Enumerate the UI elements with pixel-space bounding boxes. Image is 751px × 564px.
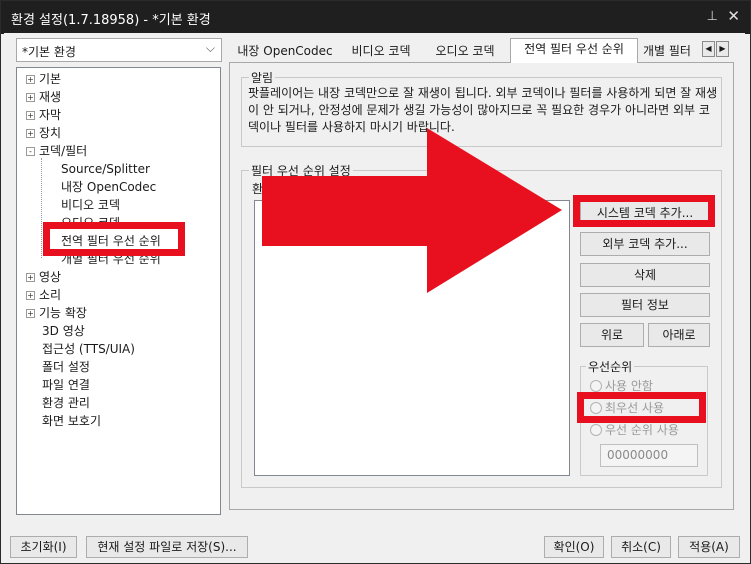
tree-item-builtin-opencodec[interactable]: 내장 OpenCodec — [61, 178, 156, 196]
tree-item-profile-management[interactable]: 환경 관리 — [42, 394, 90, 412]
radio-label: 우선 순위 사용 — [605, 423, 679, 437]
tree-item-label: 화면 보호기 — [42, 414, 102, 428]
tree-item-label: 파일 연결 — [42, 378, 90, 392]
tree-item-basic[interactable]: + 기본 — [26, 70, 61, 88]
right-arrow-icon — [262, 128, 562, 293]
tab-global-filter-priority[interactable]: 전역 필터 우선 순위 — [510, 38, 638, 63]
expand-icon[interactable]: + — [26, 75, 35, 84]
tree-item-label: 소리 — [39, 288, 62, 302]
tab-strip: 내장 OpenCodec 비디오 코덱 오디오 코덱 전역 필터 우선 순위 개… — [229, 38, 734, 63]
tree-item-label: 코덱/필터 — [39, 144, 88, 158]
priority-value-field[interactable]: 00000000 — [600, 444, 698, 467]
tree-item-video-codec[interactable]: 비디오 코덱 — [61, 196, 120, 214]
expand-icon[interactable]: + — [26, 291, 35, 300]
tree-item-device[interactable]: + 장치 — [26, 124, 61, 142]
tree-item-label: 비디오 코덱 — [61, 198, 121, 212]
tree-item-accessibility[interactable]: 접근성 (TTS/UIA) — [42, 340, 135, 358]
title-bar: 환경 설정(1.7.18958) - *기본 환경 ⊥ ✕ — [1, 1, 750, 34]
tree-item-label: 기능 확장 — [39, 306, 87, 320]
tree-item-label: 환경 관리 — [42, 396, 90, 410]
collapse-icon[interactable]: - — [26, 147, 35, 156]
highlight-box-top-priority — [577, 392, 706, 423]
window-title: 환경 설정(1.7.18958) - *기본 환경 — [11, 13, 211, 28]
priority-group-title: 우선순위 — [586, 358, 635, 375]
highlight-box-tree-item — [43, 222, 185, 256]
tree-item-label: 3D 영상 — [42, 324, 85, 338]
tree-item-label: 폴더 설정 — [42, 360, 90, 374]
close-icon[interactable]: ✕ — [727, 7, 740, 25]
radio-label: 사용 안함 — [605, 379, 653, 393]
tree-item-extensions[interactable]: + 기능 확장 — [26, 304, 87, 322]
tree-item-sound[interactable]: + 소리 — [26, 286, 61, 304]
tree-item-label: 접근성 (TTS/UIA) — [42, 342, 135, 356]
chevron-down-icon: ⌵ — [205, 41, 215, 55]
tree-item-3d-video[interactable]: 3D 영상 — [42, 322, 85, 340]
cancel-button[interactable]: 취소(C) — [611, 536, 671, 558]
move-up-button[interactable]: 위로 — [580, 323, 644, 347]
tab-scroll-right-icon[interactable]: ▶ — [716, 41, 729, 57]
tree-item-label: 영상 — [39, 270, 62, 284]
tree-item-file-association[interactable]: 파일 연결 — [42, 376, 90, 394]
expand-icon[interactable]: + — [26, 129, 35, 138]
tree-item-folder-settings[interactable]: 폴더 설정 — [42, 358, 90, 376]
radio-circle-icon — [590, 380, 602, 392]
save-to-settings-file-button[interactable]: 현재 설정 파일로 저장(S)... — [86, 536, 248, 558]
apply-button[interactable]: 적용(A) — [678, 536, 740, 558]
expand-icon[interactable]: + — [26, 111, 35, 120]
expand-icon[interactable]: + — [26, 93, 35, 102]
settings-tree[interactable]: + 기본 + 재생 + 자막 + 장치 - 코덱/필터 Source/Splitter 내… — [16, 67, 221, 515]
tree-item-video[interactable]: + 영상 — [26, 268, 61, 286]
tab-individual-filter[interactable]: 개별 필터 — [642, 40, 702, 62]
tab-video-codec[interactable]: 비디오 코덱 — [341, 40, 421, 62]
pin-icon[interactable]: ⊥ — [707, 9, 718, 24]
tab-scroll-left-icon[interactable]: ◀ — [702, 41, 715, 57]
tree-item-codec-filter[interactable]: - 코덱/필터 — [26, 142, 87, 160]
tree-item-label: 재생 — [39, 90, 62, 104]
profile-select[interactable]: *기본 환경 ⌵ — [16, 38, 222, 62]
tree-item-label: 자막 — [39, 108, 62, 122]
tree-item-label: 장치 — [39, 126, 62, 140]
tree-item-source-splitter[interactable]: Source/Splitter — [61, 160, 150, 178]
tree-item-subtitle[interactable]: + 자막 — [26, 106, 61, 124]
tree-item-label: 내장 OpenCodec — [61, 180, 157, 194]
profile-select-value: *기본 환경 — [22, 45, 76, 59]
reset-button[interactable]: 초기화(I) — [10, 536, 77, 558]
ok-button[interactable]: 확인(O) — [544, 536, 604, 558]
tree-item-label: 기본 — [39, 72, 62, 86]
radio-circle-icon — [590, 424, 602, 436]
move-down-button[interactable]: 아래로 — [648, 323, 710, 347]
tree-item-playback[interactable]: + 재생 — [26, 88, 61, 106]
tree-item-screensaver[interactable]: 화면 보호기 — [42, 412, 101, 430]
expand-icon[interactable]: + — [26, 309, 35, 318]
tree-guide-line — [41, 158, 42, 258]
expand-icon[interactable]: + — [26, 273, 35, 282]
notice-title: 알림 — [249, 69, 276, 86]
tree-item-label: Source/Splitter — [61, 162, 150, 176]
tab-audio-codec[interactable]: 오디오 코덱 — [425, 40, 505, 62]
tab-builtin-opencodec[interactable]: 내장 OpenCodec — [233, 40, 337, 62]
radio-priority-order-option[interactable]: 우선 순위 사용 — [590, 421, 679, 439]
